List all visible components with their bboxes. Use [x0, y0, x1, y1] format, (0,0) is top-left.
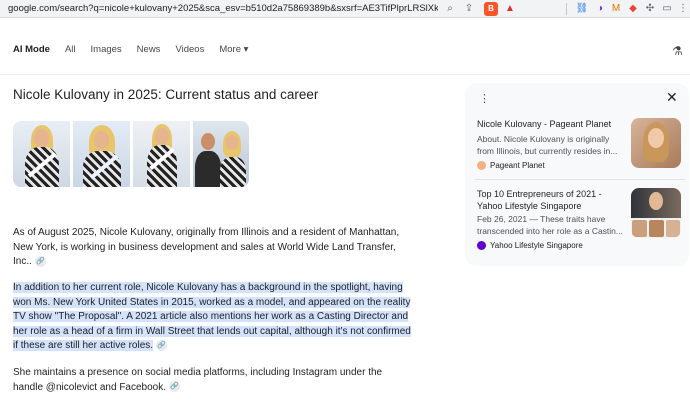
brave-shield-icon[interactable]: B: [484, 2, 498, 16]
labs-flask-icon[interactable]: ⚗: [672, 44, 683, 58]
image-thumb[interactable]: [193, 121, 249, 187]
source-thumbnail-collage[interactable]: [631, 188, 681, 238]
card-divider: [475, 179, 685, 180]
tab-videos[interactable]: Videos: [175, 44, 204, 55]
zoom-icon[interactable]: ⌕: [443, 2, 457, 16]
source-link-icon[interactable]: 🔗: [34, 256, 46, 268]
tab-news[interactable]: News: [137, 44, 161, 55]
answer-paragraph: She maintains a presence on social media…: [13, 366, 413, 395]
source-title[interactable]: Nicole Kulovany - Pageant Planet: [477, 118, 625, 130]
extensions-puzzle-icon[interactable]: ✣: [643, 2, 657, 16]
sources-panel: ⋮ ✕ Nicole Kulovany - Pageant Planet Abo…: [465, 83, 689, 266]
image-thumb[interactable]: [13, 121, 70, 187]
source-snippet: Feb 26, 2021 — These traits have transce…: [477, 214, 623, 236]
more-options-icon[interactable]: ⋮: [479, 92, 490, 105]
extension-red-icon[interactable]: ◆: [626, 2, 640, 16]
source-snippet: About. Nicole Kulovany is originally fro…: [477, 134, 618, 156]
source-thumbnail[interactable]: [631, 118, 681, 168]
browser-address-bar: google.com/search?q=nicole+kulovany+2025…: [0, 0, 690, 18]
highlighted-text: In addition to her current role, Nicole …: [13, 282, 411, 352]
warning-triangle-icon[interactable]: ▲: [503, 2, 517, 16]
close-icon[interactable]: ✕: [666, 89, 678, 106]
tab-all[interactable]: All: [65, 44, 76, 55]
tab-ai-mode[interactable]: AI Mode: [13, 44, 50, 55]
menu-dots-icon[interactable]: ⋮: [676, 2, 690, 16]
tab-images[interactable]: Images: [91, 44, 122, 55]
tab-more[interactable]: More ▾: [219, 44, 248, 55]
header-divider: [0, 74, 690, 75]
paragraph-text: She maintains a presence on social media…: [13, 367, 383, 393]
source-site: Pageant Planet: [477, 161, 545, 170]
link-extension-icon[interactable]: ⛓: [575, 2, 589, 16]
extension-circle-icon[interactable]: ◑: [593, 2, 607, 16]
source-link-icon[interactable]: 🔗: [169, 381, 181, 393]
source-site-name: Yahoo Lifestyle Singapore: [490, 241, 583, 250]
search-tabs: AI Mode All Images News Videos More ▾: [13, 44, 263, 55]
source-site: Yahoo Lifestyle Singapore: [477, 241, 583, 250]
source-title[interactable]: Top 10 Entrepreneurs of 2021 - Yahoo Lif…: [477, 188, 625, 212]
source-site-name: Pageant Planet: [490, 161, 545, 170]
yahoo-favicon-icon: [477, 241, 486, 250]
paragraph-text: As of August 2025, Nicole Kulovany, orig…: [13, 227, 400, 268]
source-link-icon[interactable]: 🔗: [156, 340, 168, 352]
gmail-extension-icon[interactable]: M: [609, 2, 623, 16]
share-icon[interactable]: ⇪: [462, 2, 476, 16]
url-field[interactable]: google.com/search?q=nicole+kulovany+2025…: [8, 3, 438, 14]
answer-paragraph: As of August 2025, Nicole Kulovany, orig…: [13, 226, 413, 270]
answer-paragraph-highlighted: In addition to her current role, Nicole …: [13, 281, 418, 354]
pageant-planet-favicon-icon: [477, 161, 486, 170]
image-thumb[interactable]: [73, 121, 130, 187]
answer-title: Nicole Kulovany in 2025: Current status …: [13, 87, 319, 102]
image-thumb[interactable]: [133, 121, 190, 187]
image-strip[interactable]: [13, 121, 249, 187]
toolbar-divider: [566, 3, 567, 15]
sidebar-toggle-icon[interactable]: ▭: [660, 2, 674, 16]
